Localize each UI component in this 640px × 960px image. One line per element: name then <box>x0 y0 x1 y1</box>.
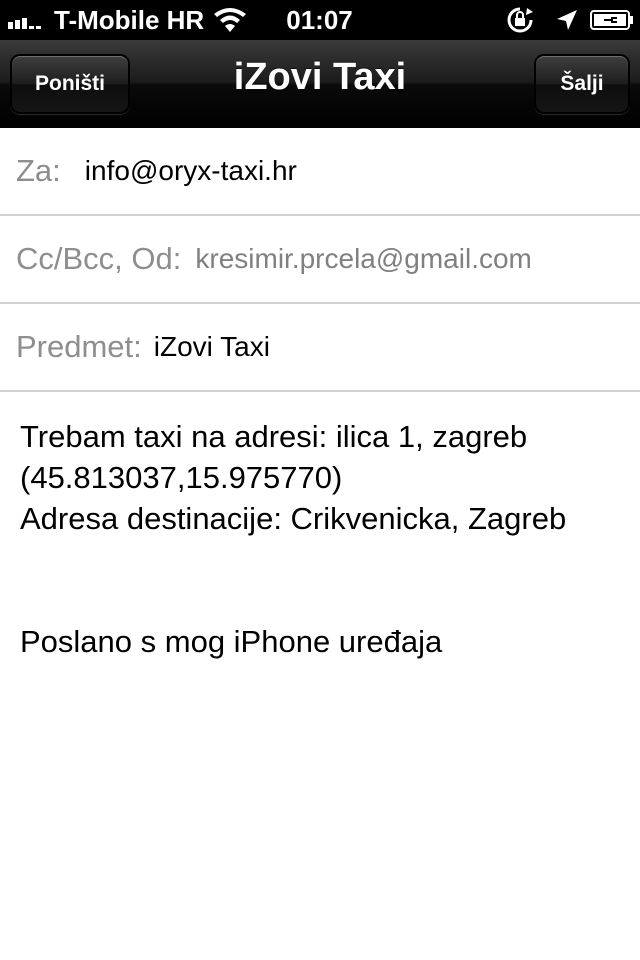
wifi-icon <box>214 8 246 32</box>
to-field[interactable]: Za: info@oryx-taxi.hr <box>0 128 640 216</box>
body-line: Adresa destinacije: Crikvenicka, Zagreb <box>20 501 567 536</box>
from-address[interactable]: kresimir.prcela@gmail.com <box>195 243 532 275</box>
battery-icon <box>590 10 633 30</box>
subject-label: Predmet: <box>16 329 142 364</box>
cc-bcc-from-field[interactable]: Cc/Bcc, Od: kresimir.prcela@gmail.com <box>0 216 640 304</box>
navigation-bar: Poništi iZovi Taxi Šalji <box>0 40 640 128</box>
location-icon <box>557 10 577 30</box>
message-body[interactable]: Trebam taxi na adresi: ilica 1, zagreb (… <box>20 416 630 539</box>
subject-field[interactable]: Predmet: iZovi Taxi <box>0 304 640 392</box>
email-signature: Poslano s mog iPhone uređaja <box>20 624 443 659</box>
cc-bcc-label: Cc/Bcc, Od: <box>16 241 182 276</box>
status-bar: T-Mobile HR 01:07 <box>0 0 640 40</box>
to-label: Za: <box>16 153 61 188</box>
body-line: (45.813037,15.975770) <box>20 460 343 495</box>
signal-icon <box>8 18 41 29</box>
subject-input[interactable]: iZovi Taxi <box>154 331 270 363</box>
send-button[interactable]: Šalji <box>534 54 630 114</box>
body-line: Trebam taxi na adresi: ilica 1, zagreb <box>20 419 528 454</box>
status-time: 01:07 <box>286 5 353 35</box>
rotation-lock-icon <box>507 7 533 33</box>
to-recipient[interactable]: info@oryx-taxi.hr <box>85 155 297 187</box>
carrier-name: T-Mobile HR <box>54 5 205 35</box>
